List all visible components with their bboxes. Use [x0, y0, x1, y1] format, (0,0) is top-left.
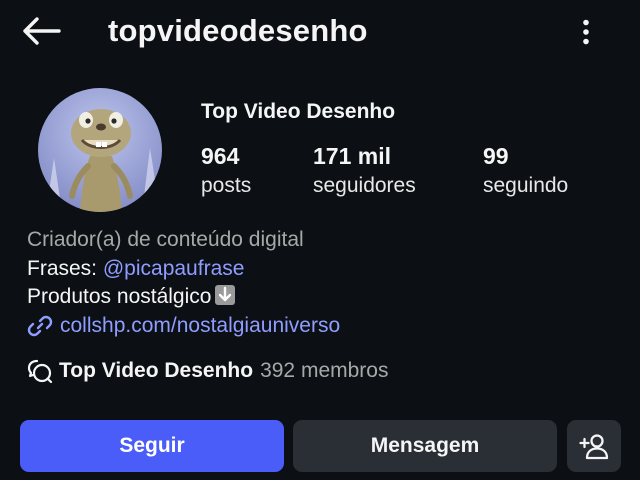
- follow-button[interactable]: Seguir: [20, 420, 284, 472]
- top-bar: topvideodesenho: [0, 0, 640, 62]
- bio-link-row[interactable]: collshp.com/nostalgiauniverso: [27, 312, 340, 341]
- profile-avatar[interactable]: [38, 88, 162, 212]
- bio-frases-line: Frases: @picapaufrase: [27, 255, 340, 284]
- stat-following-count: 99: [483, 143, 509, 169]
- bio-products-text: Produtos nostálgico: [27, 285, 212, 309]
- stat-posts-label: posts: [201, 174, 252, 197]
- stat-posts[interactable]: 964 posts: [201, 141, 251, 201]
- link-icon: [27, 313, 53, 339]
- channel-member-count: 392 membros: [260, 359, 389, 382]
- bio-category: Criador(a) de conteúdo digital: [27, 228, 304, 251]
- more-vertical-icon: [583, 19, 589, 45]
- profile-bio: Criador(a) de conteúdo digital Frases: @…: [27, 226, 340, 340]
- profile-display-name: Top Video Desenho: [201, 100, 396, 123]
- avatar-image: [38, 88, 162, 212]
- bio-mention-link[interactable]: @picapaufrase: [103, 257, 245, 280]
- message-button[interactable]: Mensagem: [293, 420, 557, 472]
- bio-frases-label: Frases:: [27, 256, 98, 280]
- broadcast-chat-icon: [27, 358, 53, 384]
- stat-following[interactable]: 99 seguindo: [483, 141, 568, 201]
- channel-name: Top Video Desenho: [59, 359, 254, 382]
- stat-posts-count: 964: [201, 143, 240, 169]
- bio-products-line: Produtos nostálgico: [27, 283, 340, 312]
- stat-followers[interactable]: 171 mil seguidores: [313, 141, 416, 201]
- back-button[interactable]: [18, 12, 64, 50]
- more-options-button[interactable]: [570, 14, 602, 50]
- profile-username: topvideodesenho: [108, 13, 368, 48]
- add-person-icon: [579, 434, 609, 460]
- bio-link-text: collshp.com/nostalgiauniverso: [60, 313, 341, 337]
- stat-followers-label: seguidores: [313, 174, 416, 197]
- down-arrow-emoji-icon: [215, 285, 236, 306]
- arrow-left-icon: [23, 17, 61, 45]
- broadcast-channel[interactable]: Top Video Desenho 392 membros: [27, 357, 388, 385]
- suggest-accounts-button[interactable]: [567, 420, 621, 472]
- stat-following-label: seguindo: [483, 174, 569, 197]
- stat-followers-count: 171 mil: [313, 143, 391, 169]
